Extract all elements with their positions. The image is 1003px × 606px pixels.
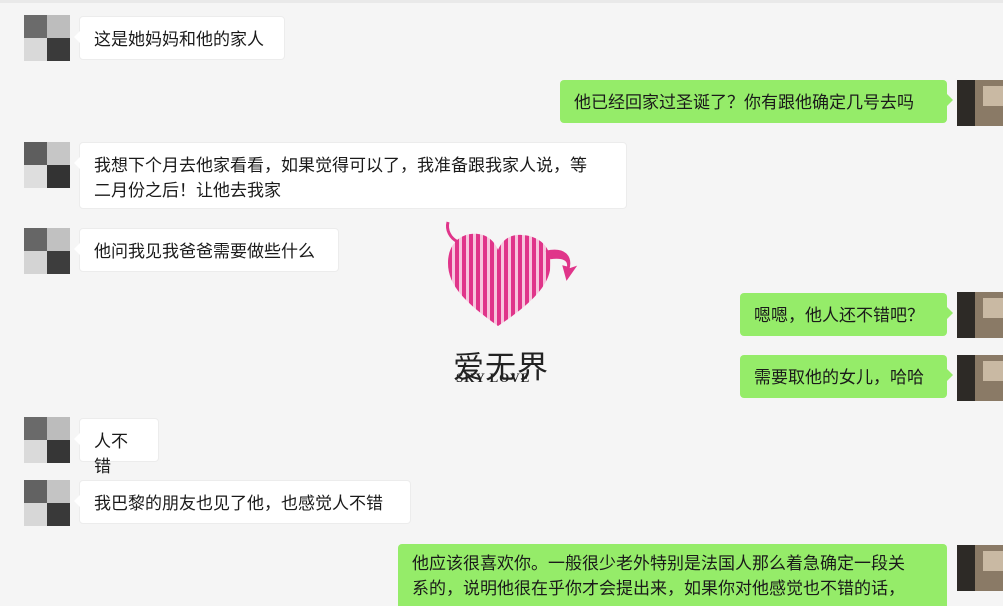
contact-avatar[interactable]	[24, 417, 70, 463]
user-avatar[interactable]	[957, 292, 1003, 338]
contact-avatar[interactable]	[24, 228, 70, 274]
incoming-message-bubble[interactable]: 人不错	[74, 418, 159, 477]
heart-icon	[446, 221, 578, 326]
incoming-message-bubble[interactable]: 我巴黎的朋友也见了他，也感觉人不错	[74, 480, 411, 524]
watermark-logo: 爱无界 SKY LOVE	[436, 218, 586, 388]
incoming-message-bubble[interactable]: 这是她妈妈和他的家人	[74, 16, 285, 60]
outgoing-message-bubble[interactable]: 需要取他的女儿，哈哈	[740, 355, 953, 398]
watermark-subtitle: SKY LOVE	[456, 370, 531, 385]
outgoing-message-bubble[interactable]: 他已经回家过圣诞了？你有跟他确定几号去吗	[560, 80, 953, 123]
user-avatar[interactable]	[957, 355, 1003, 401]
top-divider	[0, 0, 1003, 3]
incoming-message-bubble[interactable]: 他问我见我爸爸需要做些什么	[74, 228, 339, 272]
user-avatar[interactable]	[957, 545, 1003, 591]
outgoing-message-bubble[interactable]: 嗯嗯，他人还不错吧？	[740, 293, 953, 336]
incoming-message-bubble[interactable]: 我想下个月去他家看看，如果觉得可以了，我准备跟我家人说，等 二月份之后！让他去我…	[74, 142, 627, 209]
contact-avatar[interactable]	[24, 15, 70, 61]
contact-avatar[interactable]	[24, 480, 70, 526]
user-avatar[interactable]	[957, 80, 1003, 126]
contact-avatar[interactable]	[24, 142, 70, 188]
outgoing-message-bubble[interactable]: 他应该很喜欢你。一般很少老外特别是法国人那么着急确定一段关 系的，说明他很在乎你…	[398, 544, 947, 606]
